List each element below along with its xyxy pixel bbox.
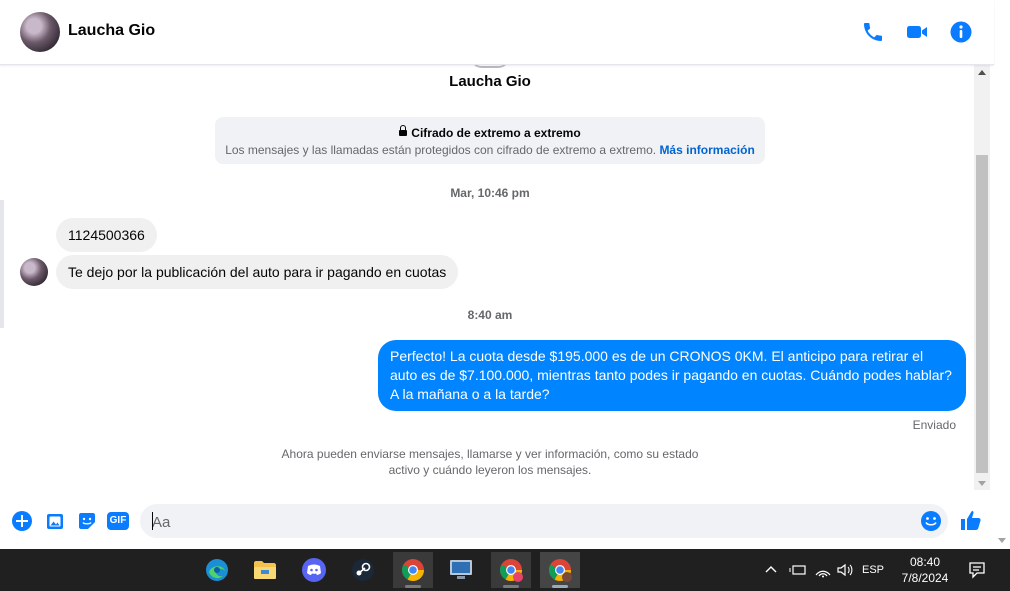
- incoming-message[interactable]: 1124500366: [56, 218, 157, 252]
- clock-time: 08:40: [909, 555, 941, 569]
- steam-icon: [352, 559, 374, 581]
- e2ee-text: Los mensajes y las llamadas están proteg…: [225, 143, 657, 157]
- discord-icon: [302, 558, 326, 582]
- plus-circle-icon[interactable]: [11, 510, 33, 532]
- gif-button[interactable]: GIF: [107, 512, 129, 530]
- clock-date: 7/8/2024: [901, 571, 949, 585]
- message-input[interactable]: [150, 504, 914, 540]
- taskbar-chrome-profile-1[interactable]: [491, 552, 531, 588]
- chat-header: Laucha Gio: [0, 0, 994, 65]
- monitor-app-icon: [450, 560, 472, 579]
- running-indicator: [405, 585, 421, 588]
- notifications-icon[interactable]: [968, 561, 986, 579]
- battery-icon[interactable]: [788, 562, 808, 578]
- edge-icon: [206, 559, 228, 581]
- e2ee-title: Cifrado de extremo a extremo: [411, 126, 581, 140]
- like-icon[interactable]: [959, 509, 983, 533]
- scroll-thumb[interactable]: [976, 155, 988, 473]
- incoming-message[interactable]: Te dejo por la publicación del auto para…: [56, 255, 459, 289]
- wifi-icon[interactable]: [814, 562, 832, 578]
- phone-call-icon[interactable]: [861, 20, 885, 44]
- e2ee-notice: Cifrado de extremo a extremo Los mensaje…: [215, 117, 765, 164]
- scroll-up-arrow[interactable]: [978, 70, 986, 75]
- windows-taskbar: ESP 08:40 7/8/2024: [0, 549, 1010, 591]
- page-scrollbar[interactable]: [994, 0, 1010, 549]
- clock[interactable]: 08:40 7/8/2024: [890, 554, 960, 586]
- info-note: Ahora pueden enviarse mensajes, llamarse…: [281, 447, 699, 477]
- chevron-up-icon[interactable]: [764, 563, 778, 577]
- taskbar-steam[interactable]: [343, 552, 383, 588]
- info-icon[interactable]: [949, 20, 973, 44]
- composer-bar: GIF: [0, 500, 994, 542]
- taskbar-chrome[interactable]: [393, 552, 433, 588]
- volume-icon[interactable]: [836, 562, 854, 578]
- chrome-icon: [402, 559, 424, 581]
- sticker-icon[interactable]: [76, 510, 98, 532]
- more-info-link[interactable]: Más información: [659, 143, 754, 157]
- photo-icon[interactable]: [44, 510, 66, 532]
- contact-name[interactable]: Laucha Gio: [68, 22, 155, 40]
- timestamp: Mar, 10:46 pm: [450, 186, 530, 200]
- video-call-icon[interactable]: [905, 20, 929, 44]
- conversation-title: Laucha Gio: [449, 73, 531, 90]
- message-avatar: [20, 258, 48, 286]
- taskbar-discord[interactable]: [294, 552, 334, 588]
- timestamp: 8:40 am: [467, 308, 513, 322]
- taskbar-file-explorer[interactable]: [245, 552, 285, 588]
- text-caret: [152, 512, 153, 530]
- running-indicator: [503, 585, 519, 588]
- outgoing-message[interactable]: Perfecto! La cuota desde $195.000 es de …: [378, 340, 966, 411]
- system-tray: ESP: [764, 549, 884, 591]
- chat-scrollbar[interactable]: [974, 64, 990, 490]
- taskbar-edge[interactable]: [197, 552, 237, 588]
- scroll-down-arrow[interactable]: [978, 481, 986, 486]
- message-input-box[interactable]: [140, 504, 948, 540]
- running-indicator: [552, 585, 568, 588]
- language-indicator[interactable]: ESP: [862, 564, 884, 576]
- lock-icon: [399, 124, 408, 136]
- emoji-icon[interactable]: [920, 510, 942, 532]
- contact-avatar[interactable]: [20, 12, 60, 52]
- chrome-profile-icon: [549, 559, 572, 582]
- chrome-profile-icon: [500, 559, 523, 582]
- message-status: Enviado: [912, 418, 956, 432]
- folder-icon: [254, 561, 276, 579]
- messenger-window: Laucha Gio Laucha Gio Cifrado de extremo…: [0, 0, 1010, 549]
- page-scroll-down-arrow[interactable]: [998, 538, 1006, 543]
- left-edge-panel: [0, 200, 4, 328]
- taskbar-monitor-app[interactable]: [441, 552, 481, 588]
- taskbar-chrome-profile-2[interactable]: [540, 552, 580, 588]
